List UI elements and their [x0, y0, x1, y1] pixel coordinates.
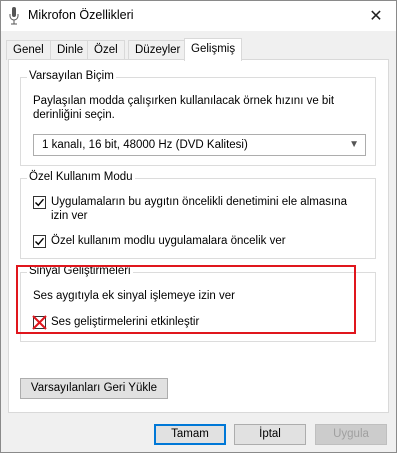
exclusive-mode-legend: Özel Kullanım Modu — [27, 171, 135, 183]
enable-enhancements-checkbox[interactable] — [32, 315, 47, 330]
chevron-down-icon: ▼ — [349, 139, 359, 150]
title-bar[interactable]: Mikrofon Özellikleri ✕ — [1, 1, 396, 31]
properties-window: Mikrofon Özellikleri ✕ Genel Dinle Özel … — [0, 0, 397, 453]
exclusive-mode-group: Özel Kullanım Modu Uygulamaların bu aygı… — [20, 171, 376, 259]
default-format-description: Paylaşılan modda çalışırken kullanılacak… — [33, 95, 335, 121]
apply-button[interactable]: Uygula — [315, 424, 387, 445]
advanced-panel: Varsayılan Biçim Paylaşılan modda çalışı… — [8, 59, 389, 413]
format-dropdown-value: 1 kanalı, 16 bit, 48000 Hz (DVD Kalitesi… — [42, 139, 248, 151]
microphone-icon — [9, 7, 19, 25]
checkmark-icon — [35, 237, 45, 246]
exclusive-priority-label: Özel kullanım modlu uygulamalara öncelik… — [51, 235, 286, 247]
signal-enhancements-group: Sinyal Geliştirmeleri Ses aygıtıyla ek s… — [20, 265, 376, 342]
enable-enhancements-option[interactable]: Ses geliştirmelerini etkinleştir — [32, 315, 200, 330]
default-format-group: Varsayılan Biçim Paylaşılan modda çalışı… — [20, 70, 376, 166]
tab-custom[interactable]: Özel — [87, 40, 125, 60]
signal-enhancements-legend: Sinyal Geliştirmeleri — [27, 265, 133, 277]
tab-levels[interactable]: Düzeyler — [128, 40, 188, 60]
exclusive-priority-option[interactable]: Özel kullanım modlu uygulamalara öncelik… — [33, 234, 286, 248]
close-button[interactable]: ✕ — [356, 1, 396, 31]
tab-listen[interactable]: Dinle — [50, 40, 91, 60]
exclusive-control-label: Uygulamaların bu aygıtın öncelikli denet… — [51, 196, 347, 222]
window-title: Mikrofon Özellikleri — [28, 8, 134, 22]
checkmark-icon — [35, 198, 45, 207]
cancel-button[interactable]: İptal — [234, 424, 306, 445]
exclusive-control-checkbox[interactable] — [33, 196, 46, 209]
format-dropdown[interactable]: 1 kanalı, 16 bit, 48000 Hz (DVD Kalitesi… — [33, 134, 366, 156]
enable-enhancements-label: Ses geliştirmelerini etkinleştir — [51, 316, 200, 328]
close-icon: ✕ — [369, 8, 383, 25]
default-format-legend: Varsayılan Biçim — [27, 70, 116, 82]
restore-defaults-button[interactable]: Varsayılanları Geri Yükle — [20, 378, 168, 399]
signal-enhancements-info: Ses aygıtıyla ek sinyal işlemeye izin ve… — [33, 290, 235, 302]
tab-advanced[interactable]: Gelişmiş — [184, 38, 243, 61]
ok-button[interactable]: Tamam — [154, 424, 226, 445]
exclusive-control-option[interactable]: Uygulamaların bu aygıtın öncelikli denet… — [33, 195, 363, 223]
exclusive-priority-checkbox[interactable] — [33, 235, 46, 248]
tab-general[interactable]: Genel — [6, 40, 51, 60]
red-x-mark-icon — [32, 315, 47, 330]
